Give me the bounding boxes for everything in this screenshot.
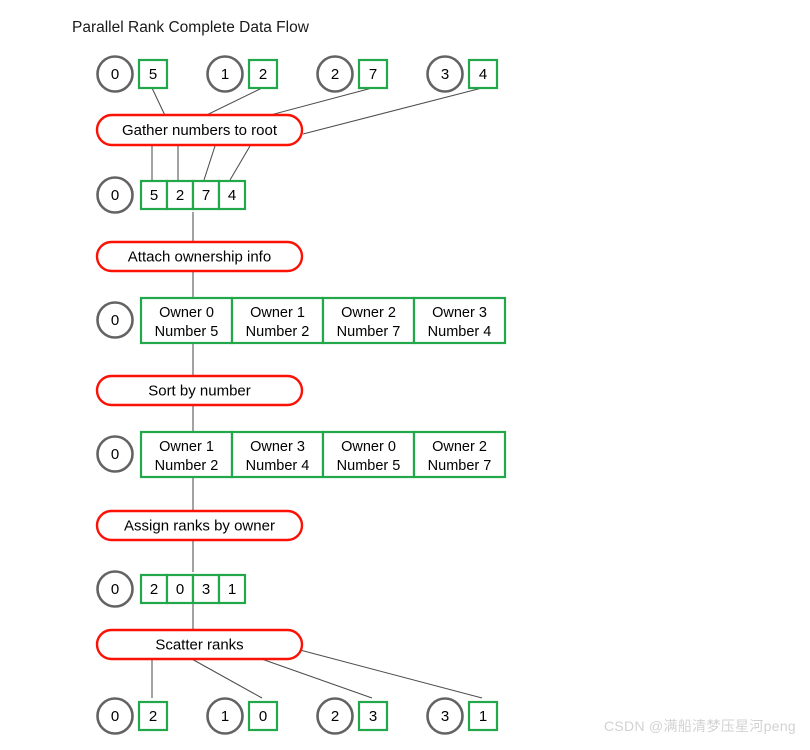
gathered-array-rank-label: 0 [111, 187, 119, 204]
table-cell-owner: Owner 0 [159, 305, 214, 321]
table-cell-number: Number 7 [337, 324, 401, 340]
ranks-array-rank-label: 0 [111, 581, 119, 598]
gathered-array-row: 0 5 2 7 4 [96, 176, 247, 214]
bottom-node-rank-label: 0 [111, 708, 119, 725]
operation-scatter[interactable]: Scatter ranks [95, 628, 304, 661]
page-title: Parallel Rank Complete Data Flow [72, 19, 310, 36]
table-cell-number: Number 4 [428, 324, 492, 340]
bottom-node-0[interactable]: 0 2 [96, 697, 169, 735]
ownership-table-row: 0 Owner 0 Number 5 Owner 1 Number 2 Owne… [96, 296, 507, 345]
bottom-node-rank-label: 2 [331, 708, 339, 725]
bottom-node-rank-label: 1 [221, 708, 229, 725]
bottom-node-2[interactable]: 2 3 [316, 697, 389, 735]
operation-label: Scatter ranks [155, 636, 243, 653]
table-cell-owner: Owner 1 [250, 305, 305, 321]
table-cell-number: Number 7 [428, 458, 492, 474]
array-cell-value: 3 [202, 581, 210, 598]
table-cell-number: Number 2 [155, 458, 219, 474]
array-cell-value: 2 [150, 581, 158, 598]
table-cell-owner: Owner 0 [341, 439, 396, 455]
array-cell-value: 7 [202, 187, 210, 204]
top-node-value: 5 [149, 66, 157, 83]
operation-label: Gather numbers to root [122, 122, 278, 139]
top-node-rank-label: 1 [221, 66, 229, 83]
bottom-node-value: 3 [369, 708, 377, 725]
table-cell-number: Number 4 [246, 458, 310, 474]
ownership-table-rank-label: 0 [111, 312, 119, 329]
operation-label: Sort by number [148, 382, 251, 399]
ranks-array-row: 0 2 0 3 1 [96, 570, 247, 608]
table-cell-owner: Owner 1 [159, 439, 214, 455]
table-cell-owner: Owner 2 [341, 305, 396, 321]
operation-sort[interactable]: Sort by number [95, 374, 304, 407]
edges-gather-out [151, 145, 251, 181]
top-node-rank-label: 0 [111, 66, 119, 83]
bottom-node-3[interactable]: 3 1 [426, 697, 499, 735]
array-cell-value: 0 [176, 581, 184, 598]
operation-label: Assign ranks by owner [124, 517, 275, 534]
top-node-0[interactable]: 0 5 [96, 55, 169, 93]
operation-label: Attach ownership info [128, 248, 271, 265]
bottom-node-value: 1 [479, 708, 487, 725]
top-node-1[interactable]: 1 2 [206, 55, 279, 93]
bottom-node-value: 2 [149, 708, 157, 725]
top-node-value: 2 [259, 66, 267, 83]
bottom-node-1[interactable]: 1 0 [206, 697, 279, 735]
sorted-table-rank-label: 0 [111, 446, 119, 463]
top-node-3[interactable]: 3 4 [426, 55, 499, 93]
table-cell-number: Number 5 [155, 324, 219, 340]
table-cell-number: Number 2 [246, 324, 310, 340]
operation-attach[interactable]: Attach ownership info [95, 240, 304, 273]
operation-gather[interactable]: Gather numbers to root [95, 113, 304, 147]
diagram-canvas: Parallel Rank Complete Data Flow 0 5 1 2… [0, 0, 810, 750]
watermark: CSDN @满船清梦压星河peng [603, 718, 796, 734]
bottom-node-rank-label: 3 [441, 708, 449, 725]
table-cell-owner: Owner 3 [250, 439, 305, 455]
sorted-table-row: 0 Owner 1 Number 2 Owner 3 Number 4 Owne… [96, 430, 507, 479]
operation-assign[interactable]: Assign ranks by owner [95, 509, 304, 542]
array-cell-value: 5 [150, 187, 158, 204]
top-node-rank-label: 2 [331, 66, 339, 83]
array-cell-value: 4 [228, 187, 236, 204]
top-node-value: 7 [369, 66, 377, 83]
top-node-value: 4 [479, 66, 487, 83]
top-node-2[interactable]: 2 7 [316, 55, 389, 93]
table-cell-owner: Owner 2 [432, 439, 487, 455]
bottom-node-value: 0 [259, 708, 267, 725]
array-cell-value: 2 [176, 187, 184, 204]
top-node-rank-label: 3 [441, 66, 449, 83]
table-cell-owner: Owner 3 [432, 305, 487, 321]
table-cell-number: Number 5 [337, 458, 401, 474]
array-cell-value: 1 [228, 581, 236, 598]
